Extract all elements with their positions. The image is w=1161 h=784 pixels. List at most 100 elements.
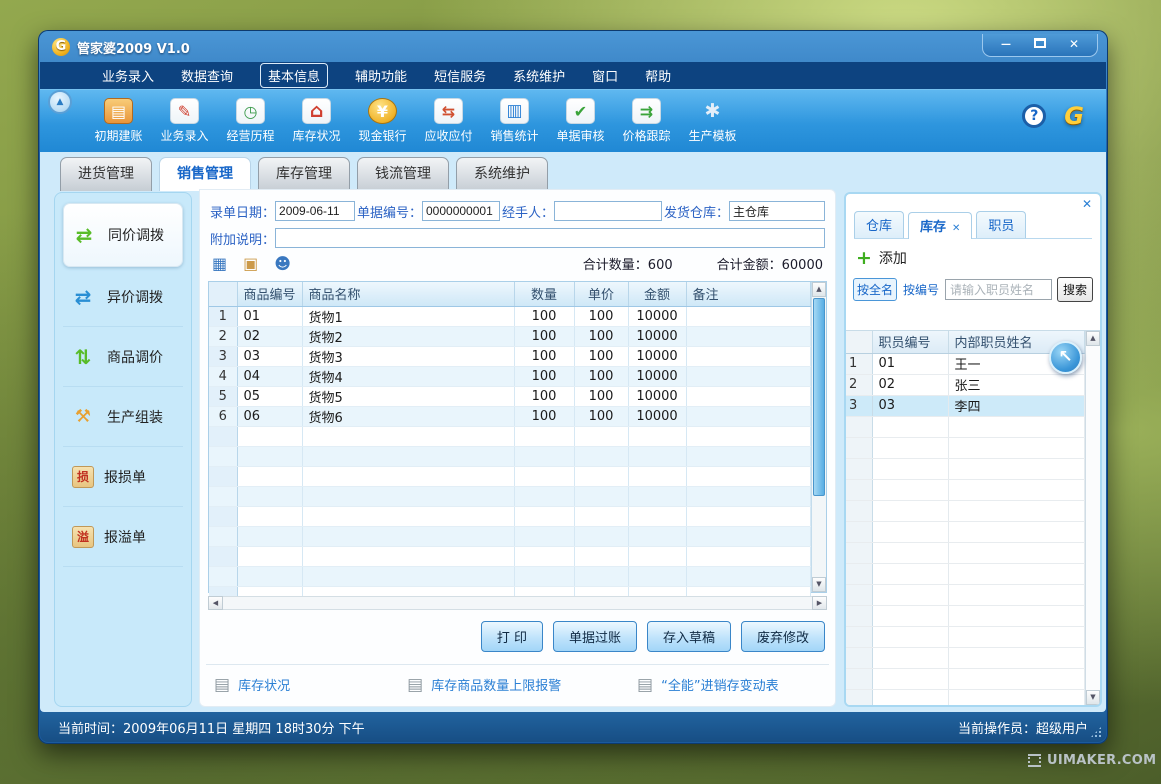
titlebar[interactable]: G 管家婆2009 V1.0 <box>40 32 1106 62</box>
toolbar-button[interactable]: ⌂ 库存状况 <box>284 94 349 149</box>
sidebar-item[interactable]: 损 报损单 <box>63 447 183 507</box>
empty-row[interactable] <box>846 479 1085 500</box>
staff-search-input[interactable] <box>945 279 1052 300</box>
col-header-code[interactable]: 商品编号 <box>237 282 302 306</box>
collapse-toolbar-icon[interactable]: ▲ <box>48 90 72 114</box>
doc-no-input[interactable] <box>422 201 500 221</box>
empty-row[interactable] <box>846 689 1085 707</box>
handler-input[interactable] <box>554 201 662 221</box>
toolbar-button[interactable]: ◷ 经营历程 <box>218 94 283 149</box>
module-tab[interactable]: 系统维护 <box>456 157 548 191</box>
col-header-name[interactable]: 商品名称 <box>302 282 514 306</box>
lookup-tab[interactable]: 仓库 <box>854 211 904 238</box>
empty-row[interactable] <box>846 668 1085 689</box>
empty-row[interactable] <box>846 521 1085 542</box>
inventory-box-shortcut-icon[interactable]: ▣ <box>243 255 258 273</box>
close-button[interactable] <box>1065 38 1083 50</box>
menu-item[interactable]: 窗口 <box>592 66 618 85</box>
date-input[interactable] <box>275 201 355 221</box>
empty-row[interactable] <box>846 437 1085 458</box>
menu-item[interactable]: 业务录入 <box>102 66 154 85</box>
warehouse-input[interactable] <box>729 201 825 221</box>
menu-item[interactable]: 短信服务 <box>434 66 486 85</box>
empty-row[interactable] <box>846 500 1085 521</box>
module-tab[interactable]: 库存管理 <box>258 157 350 191</box>
empty-row[interactable] <box>846 416 1085 437</box>
staff-shortcut-icon[interactable]: ☻ <box>274 255 291 273</box>
empty-row[interactable] <box>846 563 1085 584</box>
action-button[interactable]: 废弃修改 <box>741 621 825 652</box>
grid-horizontal-scrollbar[interactable]: ◀ ▶ <box>208 596 827 610</box>
toolbar-button[interactable]: ✎ 业务录入 <box>152 94 217 149</box>
toolbar-button[interactable]: ¥ 现金银行 <box>350 94 415 149</box>
help-icon[interactable]: ? <box>1022 104 1046 128</box>
toolbar-button[interactable]: ▤ 初期建账 <box>86 94 151 149</box>
panel-close-icon[interactable]: ✕ <box>1082 197 1092 211</box>
empty-row[interactable] <box>846 626 1085 647</box>
empty-row[interactable] <box>209 546 811 566</box>
scroll-left-icon[interactable]: ◀ <box>208 596 223 610</box>
item-row[interactable]: 404货物410010010000 <box>209 366 811 386</box>
empty-row[interactable] <box>846 542 1085 563</box>
report-link[interactable]: ▤ 库存状况 <box>214 675 407 694</box>
toolbar-button[interactable]: ✱ 生产模板 <box>680 94 745 149</box>
minimize-button[interactable] <box>997 37 1015 51</box>
scroll-down-icon[interactable]: ▼ <box>812 577 826 592</box>
staff-row[interactable]: 303李四 <box>846 395 1085 416</box>
action-button[interactable]: 打 印 <box>481 621 543 652</box>
toolbar-button[interactable]: ▥ 销售统计 <box>482 94 547 149</box>
item-row[interactable]: 505货物510010010000 <box>209 386 811 406</box>
empty-row[interactable] <box>209 566 811 586</box>
add-row[interactable]: + 添加 <box>856 248 1090 268</box>
sidebar-item[interactable]: ⇄ 异价调拨 <box>63 267 183 327</box>
filter-by-code-button[interactable]: 按编号 <box>902 279 940 300</box>
module-tab[interactable]: 进货管理 <box>60 157 152 191</box>
empty-row[interactable] <box>209 506 811 526</box>
empty-row[interactable] <box>209 426 811 446</box>
staff-row[interactable]: 202张三 <box>846 374 1085 395</box>
empty-row[interactable] <box>846 647 1085 668</box>
module-tab[interactable]: 销售管理 <box>159 157 251 191</box>
module-tab[interactable]: 钱流管理 <box>357 157 449 191</box>
sidebar-item[interactable]: ⇄ 同价调拨 <box>63 203 183 267</box>
empty-row[interactable] <box>209 526 811 546</box>
lookup-tab[interactable]: 库存 <box>908 212 972 239</box>
staff-col-code[interactable]: 职员编号 <box>872 331 948 353</box>
grid-vertical-scrollbar[interactable]: ▲ ▼ <box>811 282 826 592</box>
action-button[interactable]: 存入草稿 <box>647 621 731 652</box>
empty-row[interactable] <box>209 466 811 486</box>
menu-item[interactable]: 基本信息 <box>260 63 328 88</box>
maximize-button[interactable] <box>1034 38 1046 48</box>
scroll-down-icon[interactable]: ▼ <box>1086 690 1100 705</box>
resize-grip[interactable] <box>1090 726 1102 738</box>
report-link[interactable]: ▤ 库存盘点(自动盘盈盘亏) <box>214 706 407 707</box>
empty-row[interactable] <box>846 458 1085 479</box>
warehouse-shortcut-icon[interactable]: ▦ <box>212 255 227 273</box>
action-button[interactable]: 单据过账 <box>553 621 637 652</box>
lookup-tab[interactable]: 职员 <box>976 211 1026 238</box>
sidebar-item[interactable]: ⇅ 商品调价 <box>63 327 183 387</box>
staff-vertical-scrollbar[interactable]: ▲ ▼ <box>1085 331 1100 705</box>
report-link[interactable]: ▤ 各仓库库存分布状况表 <box>637 706 821 707</box>
scroll-up-icon[interactable]: ▲ <box>812 282 826 297</box>
col-header-note[interactable]: 备注 <box>686 282 810 306</box>
empty-row[interactable] <box>209 446 811 466</box>
menu-item[interactable]: 辅助功能 <box>355 66 407 85</box>
toolbar-button[interactable]: ⇉ 价格跟踪 <box>614 94 679 149</box>
report-link[interactable]: ▤ “全能”进销存变动表 <box>637 675 821 694</box>
item-row[interactable]: 202货物210010010000 <box>209 326 811 346</box>
col-header-qty[interactable]: 数量 <box>514 282 574 306</box>
scroll-right-icon[interactable]: ▶ <box>812 596 827 610</box>
scroll-up-icon[interactable]: ▲ <box>1086 331 1100 346</box>
note-input[interactable] <box>275 228 825 248</box>
item-row[interactable]: 303货物310010010000 <box>209 346 811 366</box>
report-link[interactable]: ▤ 库存商品数量下限报警 <box>407 706 637 707</box>
report-link[interactable]: ▤ 库存商品数量上限报警 <box>407 675 637 694</box>
col-header-amount[interactable]: 金额 <box>628 282 686 306</box>
filter-by-name-button[interactable]: 按全名 <box>853 278 897 301</box>
item-row[interactable]: 101货物110010010000 <box>209 306 811 326</box>
scrollbar-thumb[interactable] <box>813 298 825 496</box>
menu-item[interactable]: 数据查询 <box>181 66 233 85</box>
sidebar-item[interactable]: ⚒ 生产组装 <box>63 387 183 447</box>
empty-row[interactable] <box>846 605 1085 626</box>
